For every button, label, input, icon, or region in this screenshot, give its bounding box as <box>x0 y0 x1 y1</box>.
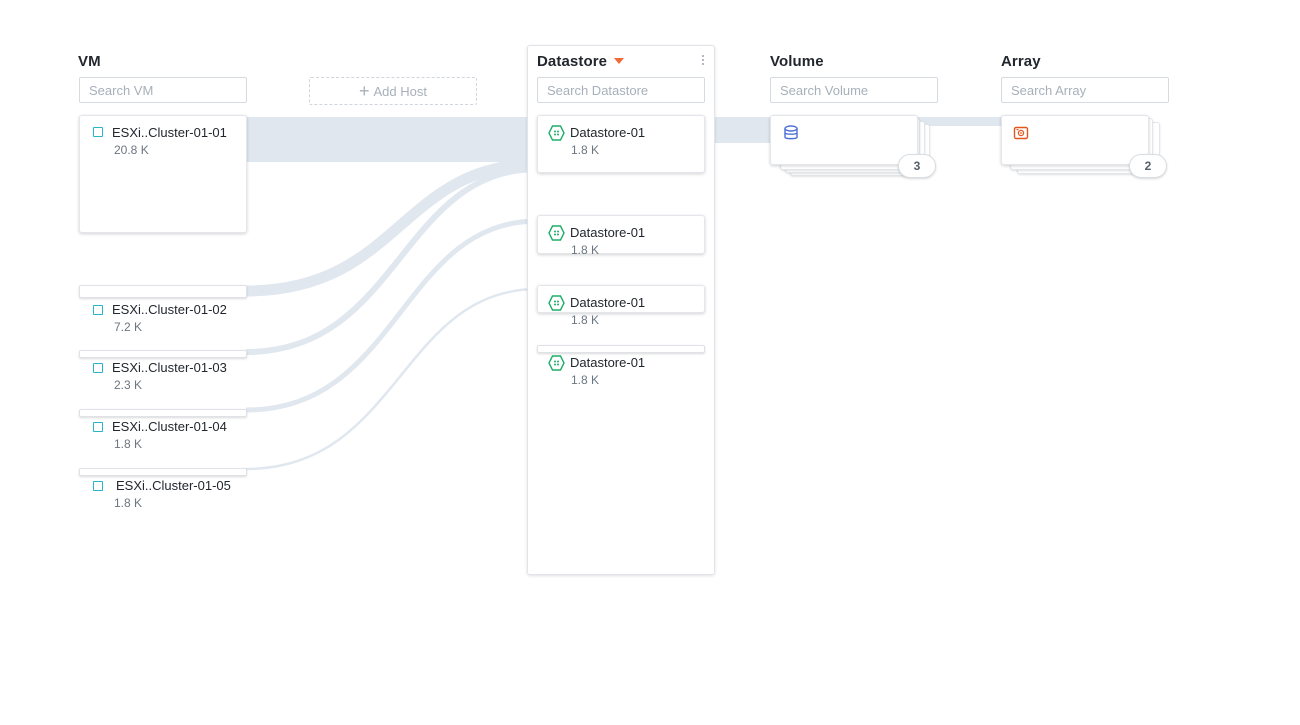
datastore-card[interactable] <box>537 345 705 353</box>
vm-item-name: ESXi..Cluster-01-02 <box>112 302 227 317</box>
hexagon-datastore-icon <box>548 225 565 241</box>
vm-card-cluster-01-03[interactable] <box>79 350 247 358</box>
search-volume-input[interactable] <box>770 77 938 103</box>
vm-item-name: ESXi..Cluster-01-05 <box>116 478 231 493</box>
vm-card-cluster-01-04[interactable] <box>79 409 247 417</box>
datastore-item-value: 1.8 K <box>571 143 600 157</box>
vm-item-value: 20.8 K <box>114 143 149 157</box>
datastore-title-label: Datastore <box>537 53 608 70</box>
vm-checkbox-icon[interactable] <box>93 363 103 373</box>
volume-count-badge[interactable]: 3 <box>898 154 936 178</box>
datastore-card[interactable] <box>537 115 705 173</box>
vm-item-name: ESXi..Cluster-01-03 <box>112 360 227 375</box>
vm-checkbox-icon[interactable] <box>93 422 103 432</box>
vm-item-value: 1.8 K <box>114 437 143 451</box>
plus-icon: + <box>359 80 370 101</box>
vm-checkbox-icon[interactable] <box>93 481 103 491</box>
add-host-label: Add Host <box>373 83 427 99</box>
vm-item-name: ESXi..Cluster-01-04 <box>112 419 227 434</box>
datastore-column-title[interactable]: Datastore <box>537 53 625 70</box>
datastore-item-value: 1.8 K <box>571 243 600 257</box>
vm-checkbox-icon[interactable] <box>93 127 103 137</box>
array-count-badge[interactable]: 2 <box>1129 154 1167 178</box>
datastore-item-name: Datastore-01 <box>570 295 646 310</box>
vm-card-cluster-01-02[interactable] <box>79 285 247 298</box>
search-vm-input[interactable] <box>79 77 247 103</box>
datastore-item-value: 1.8 K <box>571 373 600 387</box>
vm-checkbox-icon[interactable] <box>93 305 103 315</box>
hexagon-datastore-icon <box>548 355 565 371</box>
add-host-button[interactable]: + Add Host <box>309 77 477 105</box>
datastore-item-name: Datastore-01 <box>570 355 646 370</box>
vm-item-value: 1.8 K <box>114 496 143 510</box>
hexagon-datastore-icon <box>548 125 565 141</box>
datastore-item-value: 1.8 K <box>571 313 600 327</box>
vm-card-cluster-01-05[interactable] <box>79 468 247 476</box>
array-storage-icon <box>1013 126 1029 140</box>
volume-column-title: Volume <box>770 53 824 70</box>
array-column-title: Array <box>1001 53 1041 70</box>
vm-item-value: 7.2 K <box>114 320 143 334</box>
vm-item-name: ESXi..Cluster-01-01 <box>112 125 227 140</box>
search-datastore-input[interactable] <box>537 77 705 103</box>
vm-item-value: 2.3 K <box>114 378 143 392</box>
more-options-icon[interactable] <box>701 55 705 69</box>
search-array-input[interactable] <box>1001 77 1169 103</box>
sort-caret-icon[interactable] <box>614 58 625 64</box>
datastore-item-name: Datastore-01 <box>570 225 646 240</box>
vm-column-title: VM <box>78 53 101 70</box>
hexagon-datastore-icon <box>548 295 565 311</box>
datastore-item-name: Datastore-01 <box>570 125 646 140</box>
database-icon <box>784 125 798 140</box>
